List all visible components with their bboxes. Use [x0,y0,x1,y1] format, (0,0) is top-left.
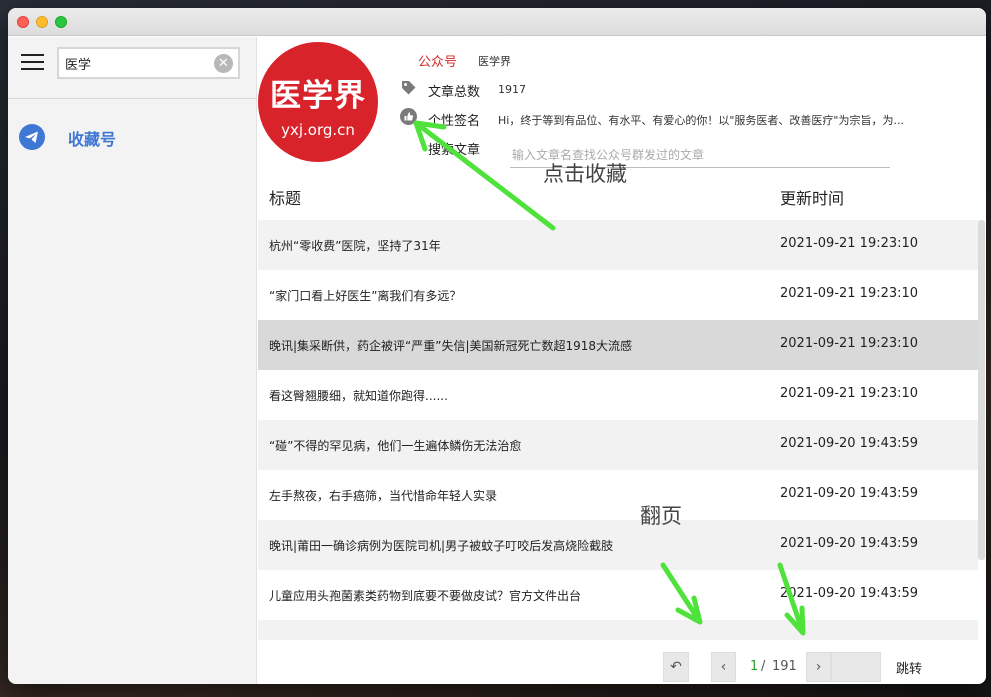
search-article-label: 搜索文章 [428,143,481,158]
table-row[interactable] [258,620,978,640]
pagination-bar: ↶ ‹ 1 / 191 › 跳转 [258,640,986,684]
signature-value: Hi，终于等到有品位、有水平、有爱心的你！以"服务医者、改善医疗"为宗旨，为..… [498,114,904,127]
article-title: 儿童应用头孢菌素类药物到底要不要做皮试？官方文件出台 [269,589,582,603]
table-row[interactable]: 儿童应用头孢菌素类药物到底要不要做皮试？官方文件出台 2021-09-20 19… [258,570,978,620]
thumbs-up-favorite-icon[interactable] [400,108,417,125]
hamburger-menu-icon[interactable] [21,54,44,70]
tag-icon [400,79,417,96]
table-row[interactable]: 看这臀翘腰细，就知道你跑得...... 2021-09-21 19:23:10 [258,370,978,420]
account-name: 医学界 [478,55,511,68]
article-list: 杭州“零收费”医院，坚持了31年 2021-09-21 19:23:10 “家门… [258,220,978,640]
page-jump-input[interactable] [831,652,881,682]
account-label: 公众号 [418,55,458,70]
account-search-box: ✕ [57,47,240,79]
next-page-button[interactable]: › [806,652,831,682]
title-bar [8,8,986,36]
sidebar-item-favorites[interactable]: 收藏号 [19,121,244,151]
article-count-value: 1917 [498,83,526,96]
close-window-button[interactable] [17,16,29,28]
time-column-header: 更新时间 [780,189,845,208]
article-title: 杭州“零收费”医院，坚持了31年 [269,239,441,253]
article-time: 2021-09-21 19:23:10 [780,386,919,401]
table-row[interactable]: “家门口看上好医生”离我们有多远？ 2021-09-21 19:23:10 [258,270,978,320]
list-scrollbar[interactable] [978,220,985,560]
total-pages: 191 [772,659,797,674]
table-row[interactable]: 晚讯|莆田一确诊病例为医院司机|男子被蚊子叮咬后发高烧险截肢 2021-09-2… [258,520,978,570]
sidebar-item-label: 收藏号 [68,130,117,149]
article-time: 2021-09-20 19:43:59 [780,486,919,501]
article-time: 2021-09-21 19:23:10 [780,336,919,351]
favorite-hint-annotation: 点击收藏 [543,162,627,186]
logo-text-cn: 医学界 [270,78,366,114]
paging-hint-annotation: 翻页 [640,504,682,528]
current-page-number: 1 [750,659,759,674]
maximize-window-button[interactable] [55,16,67,28]
table-row[interactable]: 晚讯|集采断供，药企被评“严重”失信|美国新冠死亡数超1918大流感 2021-… [258,320,978,370]
sidebar-divider [8,98,257,99]
back-button[interactable]: ↶ [663,652,689,682]
page-separator: / [761,659,766,674]
article-time: 2021-09-20 19:43:59 [780,586,919,601]
article-count-label: 文章总数 [428,85,481,100]
account-logo: 医学界 yxj.org.cn [258,42,378,162]
article-time: 2021-09-21 19:23:10 [780,236,919,251]
article-title: 看这臀翘腰细，就知道你跑得...... [269,389,448,403]
main-panel: 医学界 yxj.org.cn 公众号 医学界 文章总数 1917 个性签名 Hi… [258,37,986,684]
clear-search-icon[interactable]: ✕ [214,54,233,73]
article-time: 2021-09-20 19:43:59 [780,536,919,551]
logo-text-en: yxj.org.cn [281,121,355,139]
sidebar: ✕ 收藏号 [8,37,257,684]
jump-button[interactable]: 跳转 [896,658,922,677]
prev-page-button[interactable]: ‹ [711,652,736,682]
article-title: 晚讯|集采断供，药企被评“严重”失信|美国新冠死亡数超1918大流感 [269,339,633,353]
article-time: 2021-09-20 19:43:59 [780,436,919,451]
app-window: ✕ 收藏号 医学界 yxj.org.cn 公众号 医学界 文章总数 1917 个… [8,8,986,684]
article-title: “家门口看上好医生”离我们有多远？ [269,289,462,303]
telegram-send-icon [19,124,45,150]
article-title: “碰”不得的罕见病，他们一生遍体鳞伤无法治愈 [269,439,522,453]
article-title: 左手熬夜，右手癌筛，当代惜命年轻人实录 [269,489,498,503]
account-search-input[interactable] [65,54,210,72]
table-row[interactable]: “碰”不得的罕见病，他们一生遍体鳞伤无法治愈 2021-09-20 19:43:… [258,420,978,470]
minimize-window-button[interactable] [36,16,48,28]
signature-label: 个性签名 [428,114,481,129]
title-column-header: 标题 [269,189,302,208]
article-title: 晚讯|莆田一确诊病例为医院司机|男子被蚊子叮咬后发高烧险截肢 [269,539,614,553]
article-time: 2021-09-21 19:23:10 [780,286,919,301]
table-row[interactable]: 杭州“零收费”医院，坚持了31年 2021-09-21 19:23:10 [258,220,978,270]
table-row[interactable]: 左手熬夜，右手癌筛，当代惜命年轻人实录 2021-09-20 19:43:59 [258,470,978,520]
